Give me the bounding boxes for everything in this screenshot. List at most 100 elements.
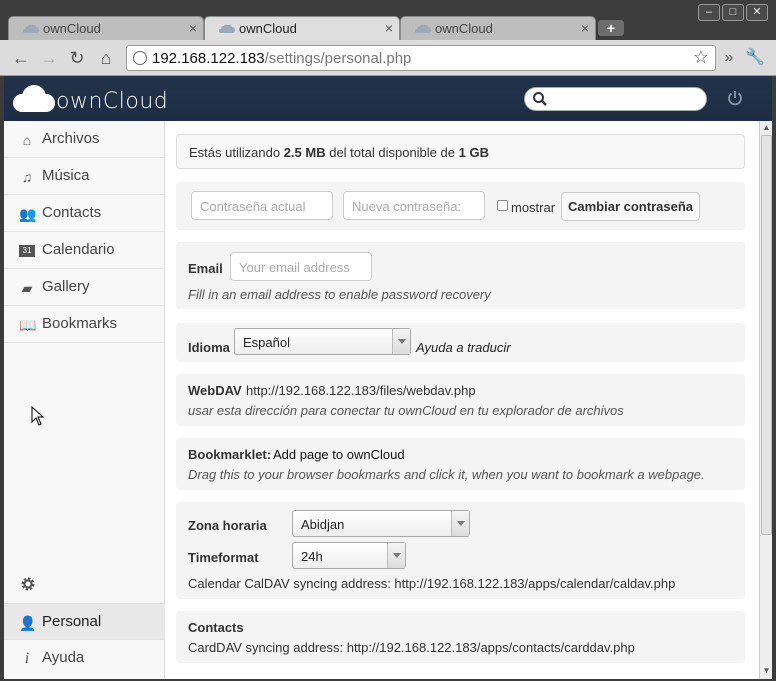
usage-middle: del total disponible de [329, 145, 455, 160]
back-arrow-icon[interactable]: ← [10, 47, 32, 69]
sidebar-item-contacts[interactable]: 👥 Contacts [4, 195, 165, 232]
timezone-label: Zona horaria [188, 518, 267, 533]
sidebar-item-label: Gallery [42, 278, 90, 295]
sidebar-item-musica[interactable]: ♫ Música [4, 158, 165, 195]
wrench-icon[interactable]: 🔧 [744, 47, 766, 69]
scrollbar-thumb[interactable] [761, 135, 772, 535]
timezone-selected: Abidjan [301, 517, 345, 532]
tab-title: ownCloud [435, 21, 493, 36]
sidebar: ⌂ Archivos ♫ Música 👥 Contacts 31 Calend… [4, 121, 165, 679]
language-label: Idioma [188, 340, 230, 355]
carddav-address: CardDAV syncing address: http://192.168.… [188, 640, 635, 655]
bookmark-star-icon[interactable]: ☆ [693, 47, 709, 68]
sidebar-item-label: Contacts [42, 204, 102, 221]
sidebar-item-bookmarks[interactable]: 📖 Bookmarks [4, 306, 165, 343]
tab-title: ownCloud [239, 21, 297, 36]
maximize-window-button[interactable]: □ [722, 4, 744, 21]
music-icon: ♫ [21, 169, 33, 185]
timeformat-select[interactable]: 24h [292, 542, 406, 569]
sidebar-item-archivos[interactable]: ⌂ Archivos [4, 121, 165, 158]
browser-tab-2[interactable]: ownCloud × [204, 16, 400, 41]
caldav-address: Calendar CalDAV syncing address: http://… [188, 576, 676, 591]
search-input[interactable] [524, 87, 707, 111]
change-password-button[interactable]: Cambiar contraseña [561, 192, 700, 221]
close-tab-icon[interactable]: × [581, 20, 589, 36]
calendar-icon: 31 [19, 245, 35, 257]
language-section: Idioma Español Ayuda a traducir [176, 323, 745, 362]
settings-content: Estás utilizando 2.5 MB del total dispon… [176, 121, 748, 679]
sidebar-item-label: Música [42, 167, 90, 184]
browser-tab-3[interactable]: ownCloud × [400, 16, 596, 41]
new-tab-button[interactable]: + [598, 20, 624, 36]
people-icon: 👥 [19, 206, 37, 222]
app-header: ownCloud [4, 76, 772, 121]
logout-icon[interactable] [726, 89, 744, 107]
sidebar-item-calendario[interactable]: 31 Calendario [4, 232, 165, 269]
close-tab-icon[interactable]: × [385, 20, 393, 36]
tab-strip: ownCloud × ownCloud × ownCloud × + – □ ✕ [0, 0, 776, 41]
logo-text: ownCloud [56, 89, 169, 114]
owncloud-favicon-icon [23, 24, 39, 33]
globe-icon [133, 51, 147, 65]
sidebar-item-label: Bookmarks [42, 315, 118, 332]
owncloud-favicon-icon [219, 24, 235, 33]
contacts-label: Contacts [188, 620, 244, 635]
webdav-section: WebDAV http://192.168.122.183/files/webd… [176, 374, 745, 426]
url-host: 192.168.122.183 [152, 50, 265, 67]
home-icon[interactable]: ⌂ [95, 47, 117, 69]
forward-arrow-icon[interactable]: → [38, 47, 60, 69]
image-icon: ▰ [21, 280, 33, 296]
usage-total: 1 GB [458, 145, 489, 160]
timezone-select[interactable]: Abidjan [292, 510, 470, 537]
address-bar[interactable]: 192.168.122.183/settings/personal.php ☆ [126, 45, 716, 71]
minimize-window-button[interactable]: – [698, 4, 720, 21]
new-password-field[interactable]: Nueva contraseña: [343, 191, 485, 220]
scroll-up-arrow-icon[interactable]: ▲ [761, 122, 772, 134]
overflow-chevron-icon[interactable]: » [718, 47, 740, 69]
email-field[interactable]: Your email address [230, 252, 372, 281]
bookmarklet-link[interactable]: Add page to ownCloud [273, 447, 405, 462]
search-icon [533, 92, 547, 106]
show-password-checkbox[interactable] [497, 200, 508, 211]
usage-used: 2.5 MB [283, 145, 326, 160]
owncloud-logo-icon[interactable] [12, 84, 56, 114]
language-selected: Español [243, 335, 290, 350]
email-label: Email [188, 261, 223, 276]
help-translate-link[interactable]: Ayuda a traducir [416, 340, 511, 355]
owncloud-app: ownCloud ⌂ Archivos ♫ Música 👥 Contacts … [4, 76, 772, 679]
webdav-label: WebDAV [188, 383, 242, 398]
bookmarklet-label: Bookmarklet: [188, 447, 272, 462]
usage-prefix: Estás utilizando [189, 145, 281, 160]
browser-chrome: ownCloud × ownCloud × ownCloud × + – □ ✕… [0, 0, 776, 76]
scroll-down-arrow-icon[interactable]: ▼ [761, 665, 772, 677]
sidebar-item-label: Personal [42, 613, 102, 630]
sidebar-item-label: Archivos [42, 130, 100, 147]
person-icon: 👤 [19, 615, 37, 631]
language-select[interactable]: Español [234, 328, 411, 355]
email-section: Email Your email address Fill in an emai… [176, 242, 745, 309]
settings-gear-icon[interactable] [20, 576, 36, 592]
book-icon: 📖 [19, 317, 37, 333]
page-scrollbar[interactable]: ▲ ▼ [759, 121, 772, 679]
sidebar-item-personal[interactable]: 👤 Personal [4, 603, 165, 640]
reload-icon[interactable]: ↻ [66, 47, 88, 69]
show-password-label: mostrar [511, 200, 556, 215]
chevron-down-icon [387, 543, 405, 568]
url-path: /settings/personal.php [264, 50, 412, 67]
sidebar-item-ayuda[interactable]: i Ayuda [4, 640, 165, 677]
sidebar-item-gallery[interactable]: ▰ Gallery [4, 269, 165, 306]
calendar-section: Zona horaria Abidjan Timeformat 24h Cale… [176, 502, 745, 599]
folder-icon: ⌂ [22, 132, 32, 148]
mouse-cursor-icon [31, 406, 45, 426]
chevron-down-icon [451, 511, 469, 536]
browser-toolbar: ← → ↻ ⌂ 192.168.122.183/settings/persona… [0, 40, 776, 76]
chevron-down-icon [392, 329, 410, 354]
sidebar-item-label: Ayuda [42, 649, 85, 666]
close-window-button[interactable]: ✕ [746, 4, 768, 21]
info-icon: i [24, 650, 30, 667]
webdav-url: http://192.168.122.183/files/webdav.php [246, 383, 476, 398]
browser-tab-1[interactable]: ownCloud × [8, 16, 204, 41]
current-password-field[interactable]: Contraseña actual [191, 191, 333, 220]
contacts-section: Contacts CardDAV syncing address: http:/… [176, 611, 745, 663]
close-tab-icon[interactable]: × [189, 20, 197, 36]
